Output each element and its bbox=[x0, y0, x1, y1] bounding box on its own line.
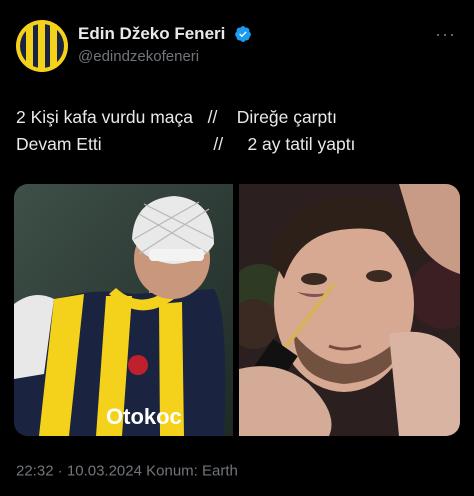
avatar[interactable] bbox=[16, 20, 68, 72]
verified-badge-icon bbox=[234, 26, 251, 42]
tweet-location: Konum: Earth bbox=[146, 462, 238, 480]
tweet-line-1: 2 Kişi kafa vurdu maça // Direğe çarptı bbox=[16, 107, 337, 127]
tweet-time[interactable]: 22:32 bbox=[16, 463, 54, 480]
tweet-media[interactable]: Otokoc bbox=[14, 184, 460, 436]
tweet-header: Edin Džeko Feneri @edindzekofeneri ··· bbox=[16, 18, 458, 76]
tweet-line-2: Devam Etti // 2 ay tatil yaptı bbox=[16, 134, 356, 154]
sponsor-text: Otokoc bbox=[106, 404, 182, 429]
tweet-meta: 22:32 · 10.03.2024 Konum: Earth bbox=[16, 462, 238, 480]
meta-separator: · bbox=[57, 462, 63, 480]
makeup-illustration bbox=[239, 184, 460, 436]
author-names: Edin Džeko Feneri @edindzekofeneri bbox=[78, 24, 252, 65]
more-dots-icon[interactable]: ··· bbox=[435, 24, 456, 45]
photo-left[interactable]: Otokoc bbox=[14, 184, 233, 436]
display-name[interactable]: Edin Džeko Feneri bbox=[78, 24, 225, 44]
tweet-date[interactable]: 10.03.2024 bbox=[67, 463, 142, 480]
photo-right[interactable] bbox=[239, 184, 460, 436]
author-handle[interactable]: @edindzekofeneri bbox=[78, 48, 252, 65]
player-illustration: Otokoc bbox=[14, 184, 233, 436]
tweet-text: 2 Kişi kafa vurdu maça // Direğe çarptı … bbox=[16, 104, 355, 158]
